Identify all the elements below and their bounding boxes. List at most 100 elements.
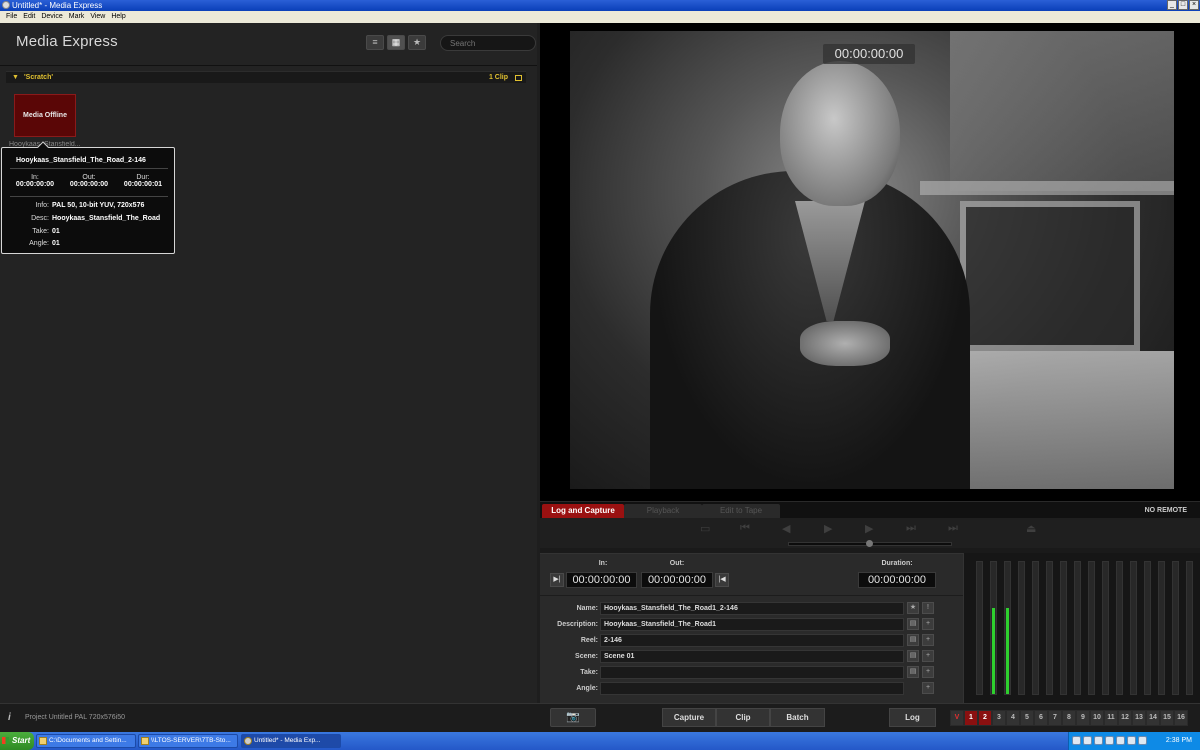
audio-channel-button[interactable]: 13: [1132, 710, 1146, 726]
audio-channel-button[interactable]: 7: [1048, 710, 1062, 726]
audio-channel-button[interactable]: 8: [1062, 710, 1076, 726]
minimize-button[interactable]: _: [1167, 0, 1177, 10]
take-list-icon[interactable]: ▤: [907, 666, 919, 678]
globe-icon[interactable]: [1083, 736, 1092, 745]
clip-thumbnail[interactable]: Media Offline: [14, 94, 76, 137]
taskbar-item-explorer[interactable]: C:\Documents and Settin...: [36, 734, 136, 748]
batch-button[interactable]: Batch: [770, 708, 825, 727]
camera-icon[interactable]: 📷: [550, 708, 596, 727]
thumbnail-view-button[interactable]: ▦: [387, 35, 405, 50]
app-icon: [244, 737, 252, 745]
audio-meters: [963, 553, 1200, 703]
audio-channel-button[interactable]: 14: [1146, 710, 1160, 726]
list-view-button[interactable]: ≡: [366, 35, 384, 50]
audio-channel-button[interactable]: 9: [1076, 710, 1090, 726]
rewind-button[interactable]: ◀: [782, 522, 790, 535]
bin-menu-icon[interactable]: [515, 75, 522, 81]
log-button[interactable]: Log: [889, 708, 936, 727]
angle-increment-icon[interactable]: +: [922, 682, 934, 694]
display-icon[interactable]: [1116, 736, 1125, 745]
eject-button[interactable]: ⏏: [1026, 522, 1036, 535]
mark-in-button[interactable]: ▶|: [550, 573, 564, 587]
info-icon[interactable]: i: [8, 712, 11, 723]
tab-edit-to-tape[interactable]: Edit to Tape: [702, 504, 780, 518]
taskbar: Start C:\Documents and Settin... \\LTOS-…: [0, 732, 1200, 750]
favorite-star-icon[interactable]: ★: [907, 602, 919, 614]
network-icon[interactable]: [1072, 736, 1081, 745]
meter-scale: [965, 561, 973, 691]
video-channel-button[interactable]: V: [950, 710, 964, 726]
audio-level-bar: [992, 608, 995, 694]
tooltip-in: In: 00:00:00:00: [8, 174, 62, 188]
in-timecode-field[interactable]: 00:00:00:00: [566, 572, 637, 588]
audio-channel-button[interactable]: 6: [1034, 710, 1048, 726]
menu-device[interactable]: Device: [38, 11, 65, 23]
scene-input[interactable]: Scene 01: [600, 650, 904, 663]
jog-shuttle-handle[interactable]: [866, 540, 873, 547]
taskbar-item-media-express[interactable]: Untitled* - Media Exp...: [241, 734, 341, 748]
menu-view[interactable]: View: [87, 11, 108, 23]
capture-button[interactable]: Capture: [662, 708, 716, 727]
close-button[interactable]: ×: [1189, 0, 1199, 10]
duration-timecode-field: 00:00:00:00: [858, 572, 936, 588]
start-button[interactable]: Start: [0, 732, 34, 750]
fast-forward-button[interactable]: ⏭: [906, 522, 916, 535]
audio-channel-button[interactable]: 12: [1118, 710, 1132, 726]
disclosure-triangle-icon[interactable]: ▼: [12, 72, 19, 84]
menu-file[interactable]: File: [3, 11, 20, 23]
out-timecode-field[interactable]: 00:00:00:00: [641, 572, 713, 588]
audio-channel-button[interactable]: 4: [1006, 710, 1020, 726]
alert-icon[interactable]: !: [922, 602, 934, 614]
audio-meter-channel: [1158, 561, 1165, 695]
taskbar-item-server[interactable]: \\LTOS-SERVER\7TB-Sto...: [138, 734, 238, 748]
reel-input[interactable]: 2-146: [600, 634, 904, 647]
go-to-end-button[interactable]: ⏭: [948, 522, 958, 535]
audio-channel-button[interactable]: 3: [992, 710, 1006, 726]
video-background-wall: [950, 31, 1174, 191]
tooltip-desc-value: Hooykaas_Stansfield_The_Road: [52, 215, 161, 222]
take-input[interactable]: [600, 666, 904, 679]
angle-input[interactable]: [600, 682, 904, 695]
volume-icon[interactable]: [1105, 736, 1114, 745]
search-input[interactable]: [440, 35, 536, 51]
tab-playback[interactable]: Playback: [624, 504, 702, 518]
audio-channel-button[interactable]: 15: [1160, 710, 1174, 726]
favorites-button[interactable]: ★: [408, 35, 426, 50]
menu-help[interactable]: Help: [108, 11, 128, 23]
reverse-button[interactable]: ▶: [824, 522, 832, 535]
reel-increment-icon[interactable]: +: [922, 634, 934, 646]
audio-channel-button[interactable]: 11: [1104, 710, 1118, 726]
go-to-start-button[interactable]: ⏮: [740, 522, 750, 535]
audio-channel-button[interactable]: 10: [1090, 710, 1104, 726]
scene-increment-icon[interactable]: +: [922, 650, 934, 662]
scene-list-icon[interactable]: ▤: [907, 650, 919, 662]
description-increment-icon[interactable]: +: [922, 618, 934, 630]
audio-meter-channel: [990, 561, 997, 695]
loop-button[interactable]: ▭: [700, 522, 710, 535]
name-input[interactable]: Hooykaas_Stansfield_The_Road1_2-146: [600, 602, 904, 615]
take-increment-icon[interactable]: +: [922, 666, 934, 678]
maximize-button[interactable]: □: [1178, 0, 1188, 10]
audio-channel-button[interactable]: 1: [964, 710, 978, 726]
description-input[interactable]: Hooykaas_Stansfield_The_Road1: [600, 618, 904, 631]
update-icon[interactable]: [1127, 736, 1136, 745]
menu-edit[interactable]: Edit: [20, 11, 38, 23]
taskbar-item-label: C:\Documents and Settin...: [49, 737, 127, 744]
audio-channel-button[interactable]: 5: [1020, 710, 1034, 726]
description-list-icon[interactable]: ▤: [907, 618, 919, 630]
menu-mark[interactable]: Mark: [66, 11, 88, 23]
tooltip-in-value: 00:00:00:00: [15, 181, 55, 188]
play-button[interactable]: ▶: [865, 522, 873, 535]
mark-out-button[interactable]: |◀: [715, 573, 729, 587]
audio-channel-button[interactable]: 2: [978, 710, 992, 726]
tooltip-title: Hooykaas_Stansfield_The_Road_2-146: [16, 157, 146, 164]
reel-list-icon[interactable]: ▤: [907, 634, 919, 646]
scene-field-row: Scene: Scene 01 ▤ +: [540, 650, 963, 664]
system-tray: 2:38 PM: [1068, 732, 1200, 750]
tab-log-and-capture[interactable]: Log and Capture: [542, 504, 624, 518]
bin-header[interactable]: ▼ 'Scratch' 1 Clip: [6, 71, 526, 83]
clip-button[interactable]: Clip: [716, 708, 770, 727]
lock-icon[interactable]: [1138, 736, 1147, 745]
shield-icon[interactable]: [1094, 736, 1103, 745]
audio-channel-button[interactable]: 16: [1174, 710, 1188, 726]
